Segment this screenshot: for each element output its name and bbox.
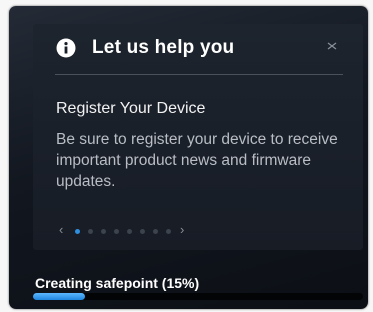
pagination-dot[interactable] xyxy=(153,229,158,234)
pagination: ‹ › xyxy=(55,222,195,238)
progress-bar xyxy=(33,293,363,300)
pagination-dot[interactable] xyxy=(101,229,106,234)
pagination-dot[interactable] xyxy=(166,229,171,234)
chevron-left-icon[interactable]: ‹ xyxy=(59,222,63,237)
help-panel: Let us help you Register Your Device Be … xyxy=(33,24,363,250)
close-icon[interactable] xyxy=(327,42,337,50)
info-icon xyxy=(56,38,76,58)
header-divider xyxy=(55,74,343,75)
pagination-dot[interactable] xyxy=(75,229,80,234)
pagination-dot[interactable] xyxy=(127,229,132,234)
help-panel-title: Let us help you xyxy=(92,37,235,58)
pagination-dot[interactable] xyxy=(88,229,93,234)
card-title: Register Your Device xyxy=(56,100,206,117)
status-label: Creating safepoint (15%) xyxy=(35,275,200,291)
help-panel-header: Let us help you xyxy=(33,36,363,64)
progress-bar-fill xyxy=(33,293,85,300)
card-body: Be sure to register your device to recei… xyxy=(56,131,338,190)
chevron-right-icon[interactable]: › xyxy=(180,222,184,237)
pagination-dot[interactable] xyxy=(114,229,119,234)
pagination-dot[interactable] xyxy=(140,229,145,234)
